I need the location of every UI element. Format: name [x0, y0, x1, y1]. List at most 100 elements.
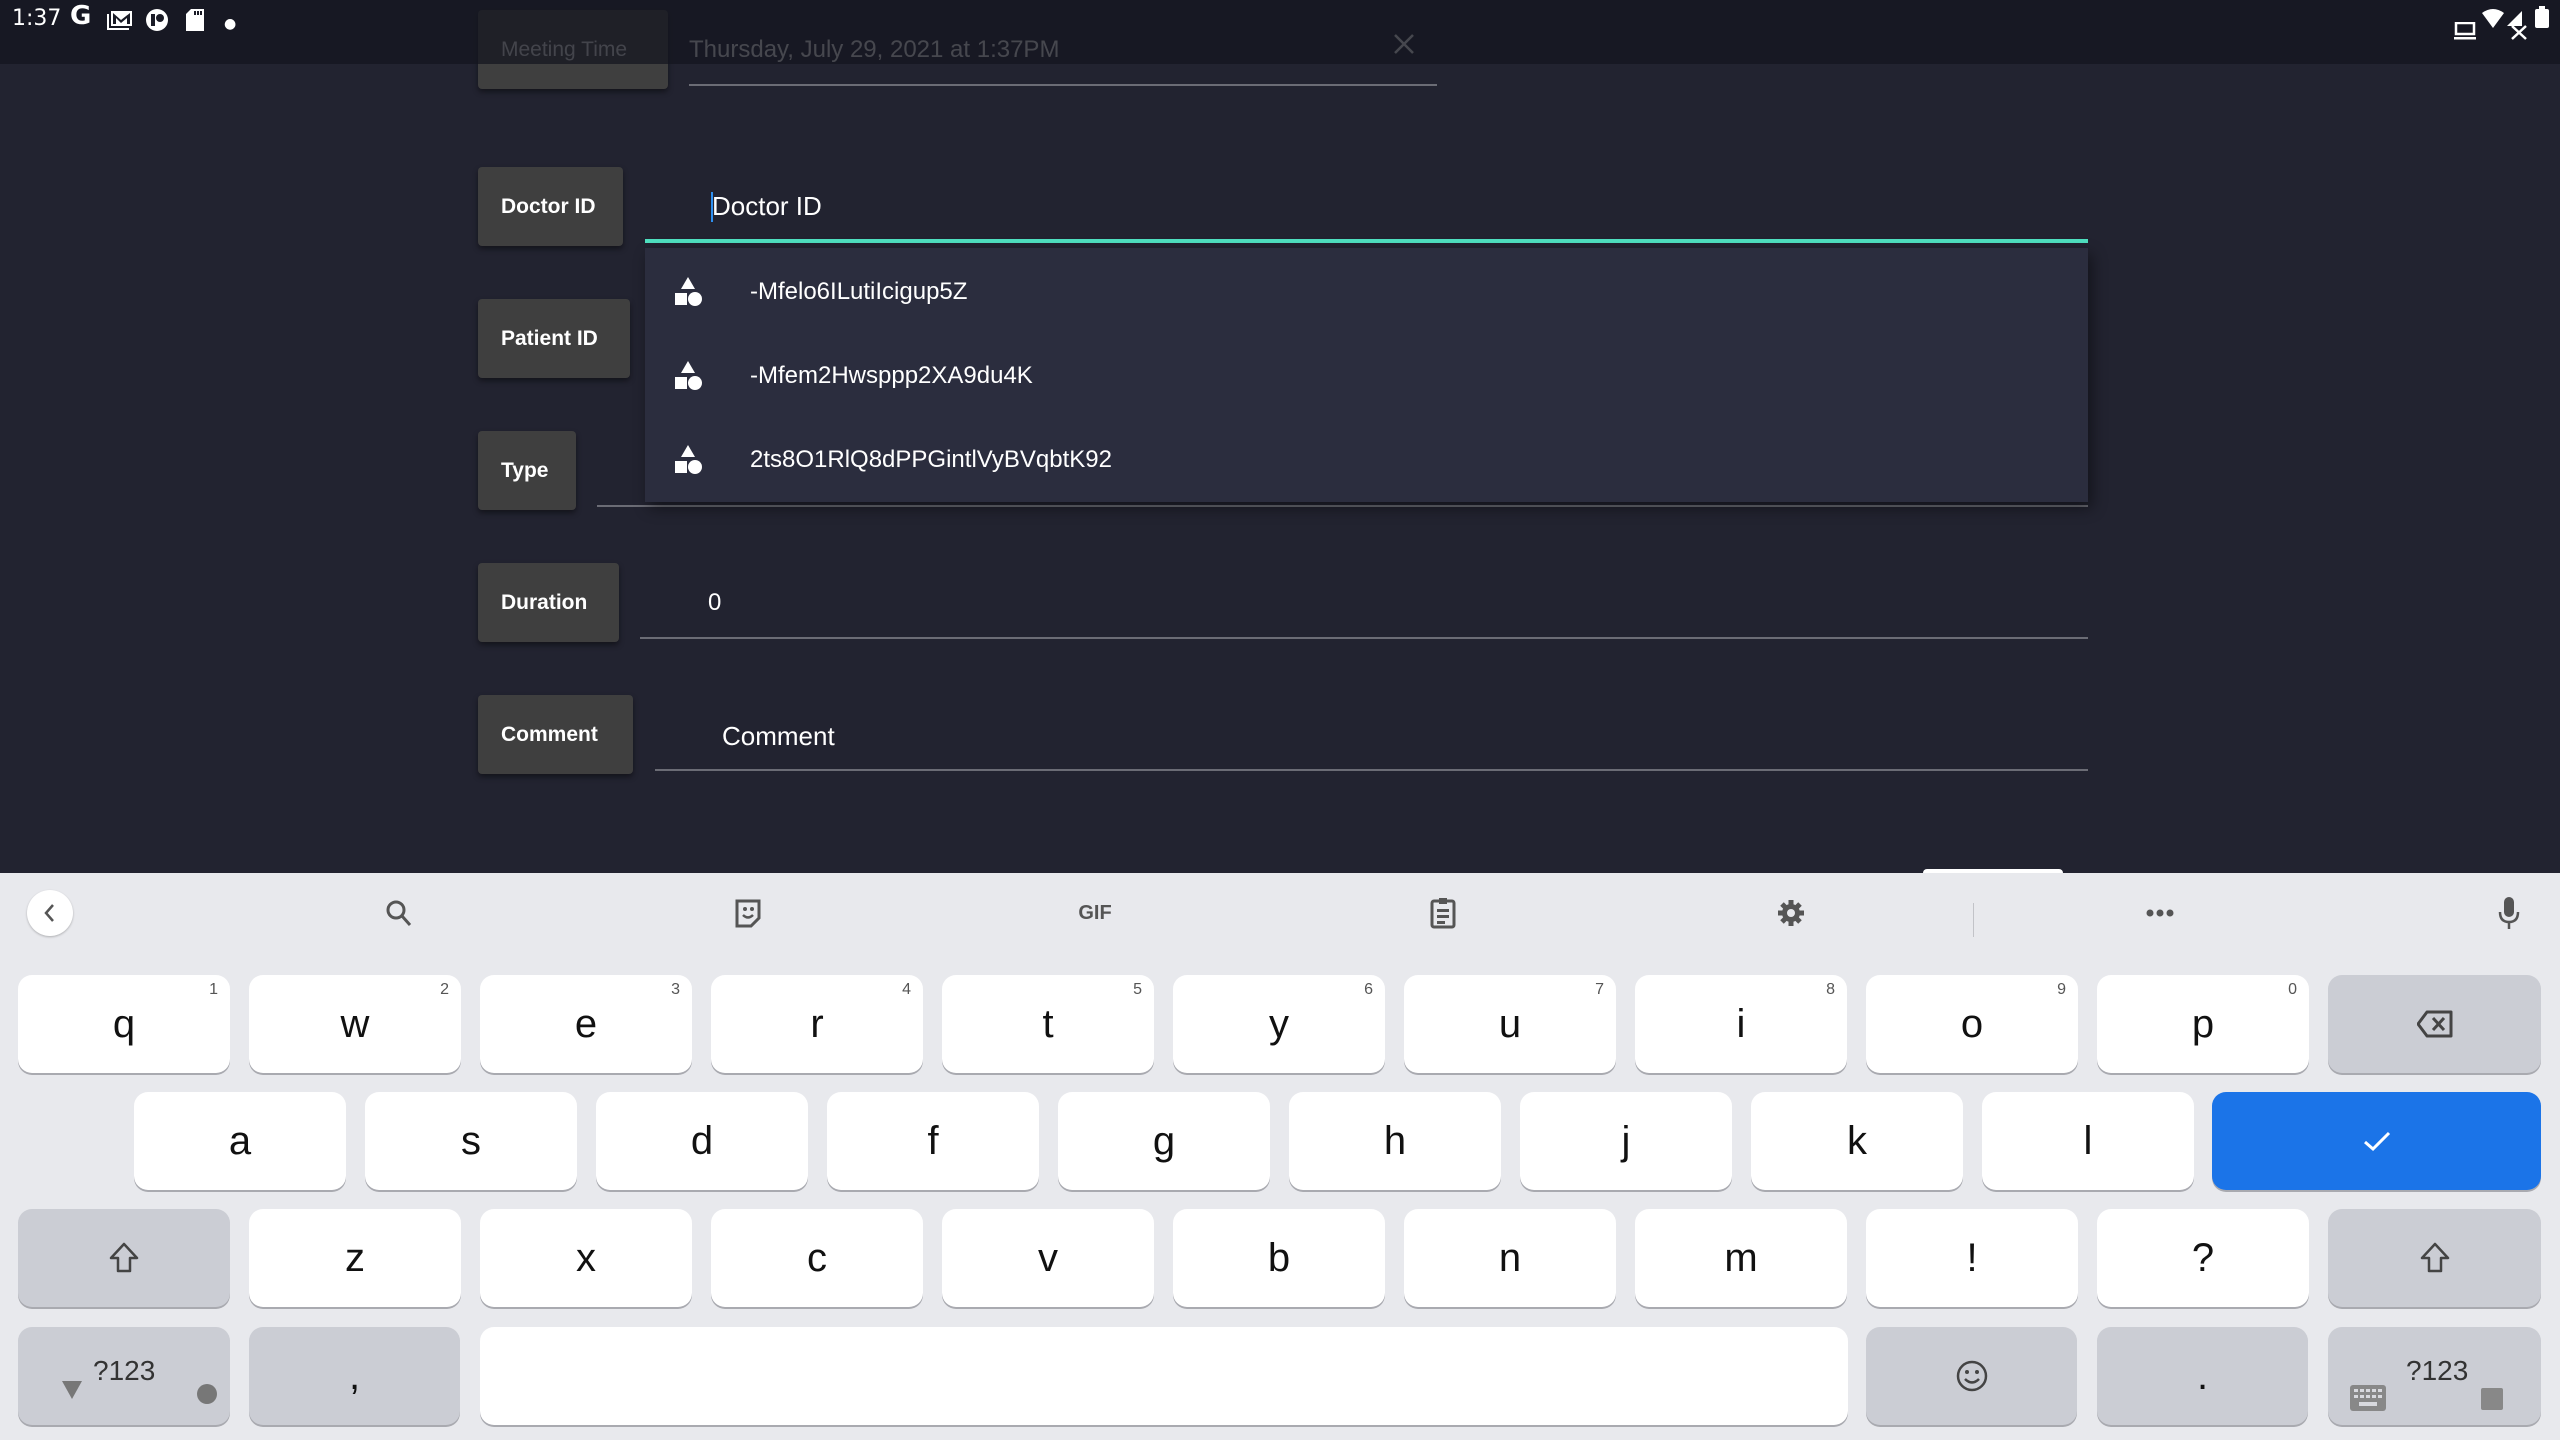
key-label: v: [1038, 1235, 1058, 1280]
mic-icon[interactable]: [2479, 891, 2539, 935]
symbols-label: ?123: [2406, 1355, 2469, 1386]
space-key[interactable]: [480, 1327, 1848, 1425]
key-x[interactable]: x: [480, 1209, 692, 1307]
comma-label: ,: [348, 1353, 361, 1398]
key-label: n: [1498, 1235, 1522, 1280]
key-e[interactable]: e3: [480, 975, 692, 1073]
type-underline[interactable]: [597, 505, 2088, 507]
clipboard-icon[interactable]: [1413, 891, 1473, 935]
back-icon[interactable]: [27, 890, 73, 936]
dot-icon: ●: [224, 16, 237, 32]
key-label: x: [576, 1235, 596, 1280]
symbols-key-right[interactable]: ?123: [2328, 1327, 2541, 1425]
symbols-key-left[interactable]: ?123: [18, 1327, 230, 1425]
key-m[interactable]: m: [1635, 1209, 1847, 1307]
suggestion-item[interactable]: -Mfem2Hwsppp2XA9du4K: [645, 334, 2088, 418]
key-i[interactable]: i8: [1635, 975, 1847, 1073]
key-label: h: [1383, 1118, 1407, 1163]
key-label: c: [807, 1235, 827, 1280]
comment-label: Comment: [478, 695, 633, 774]
doctor-id-label: Doctor ID: [478, 167, 623, 246]
key-label: s: [461, 1118, 481, 1163]
suggestion-text: 2ts8O1RlQ8dPPGintlVyBVqbtK92: [750, 446, 1112, 473]
type-label: Type: [478, 431, 576, 510]
key-j[interactable]: j: [1520, 1092, 1732, 1190]
backspace-key[interactable]: [2328, 975, 2541, 1073]
key-o[interactable]: o9: [1866, 975, 2078, 1073]
key-a[interactable]: a: [134, 1092, 346, 1190]
period-key[interactable]: .: [2097, 1327, 2308, 1425]
key-h[interactable]: h: [1289, 1092, 1501, 1190]
key-w[interactable]: w2: [249, 975, 461, 1073]
key-hint: 6: [1364, 981, 1373, 998]
key-f[interactable]: f: [827, 1092, 1039, 1190]
key-k[interactable]: k: [1751, 1092, 1963, 1190]
key-hint: 2: [440, 981, 449, 998]
google-icon: G: [70, 1, 92, 31]
key-label: j: [1621, 1118, 1631, 1163]
key-label: i: [1736, 1001, 1746, 1046]
search-icon[interactable]: [369, 891, 429, 935]
done-key[interactable]: [2212, 1092, 2541, 1190]
toolbar-divider: [1973, 903, 1974, 937]
key-label: m: [1724, 1235, 1758, 1280]
key-exclamation[interactable]: !: [1866, 1209, 2078, 1307]
dot-icon: [197, 1384, 217, 1404]
suggestion-item[interactable]: -Mfelo6ILutiIcigup5Z: [645, 250, 2088, 334]
key-p[interactable]: p0: [2097, 975, 2309, 1073]
key-label: p: [2191, 1001, 2215, 1046]
key-s[interactable]: s: [365, 1092, 577, 1190]
key-hint: 8: [1826, 981, 1835, 998]
key-label: f: [927, 1118, 939, 1163]
key-label: l: [2083, 1118, 2093, 1163]
key-z[interactable]: z: [249, 1209, 461, 1307]
key-label: o: [1960, 1001, 1984, 1046]
key-y[interactable]: y6: [1173, 975, 1385, 1073]
key-u[interactable]: u7: [1404, 975, 1616, 1073]
key-n[interactable]: n: [1404, 1209, 1616, 1307]
duration-input[interactable]: 0: [708, 589, 721, 617]
key-v[interactable]: v: [942, 1209, 1154, 1307]
keyboard-icon: [2350, 1385, 2386, 1411]
signal-off-icon: [2507, 11, 2527, 40]
key-label: a: [228, 1118, 252, 1163]
key-c[interactable]: c: [711, 1209, 923, 1307]
key-label: e: [574, 1001, 598, 1046]
comment-input[interactable]: Comment: [722, 721, 835, 752]
patient-id-label: Patient ID: [478, 299, 630, 378]
key-r[interactable]: r4: [711, 975, 923, 1073]
battery-icon: [2535, 6, 2549, 28]
shift-icon: [2420, 1242, 2449, 1273]
sd-card-icon: [186, 9, 204, 31]
period-label: .: [2196, 1353, 2209, 1398]
duration-underline: [640, 637, 2088, 639]
key-g[interactable]: g: [1058, 1092, 1270, 1190]
gear-icon[interactable]: [1761, 891, 1821, 935]
gmail-icon: [107, 11, 132, 30]
suggestion-item[interactable]: 2ts8O1RlQ8dPPGintlVyBVqbtK92: [645, 418, 2088, 502]
emoji-key[interactable]: [1866, 1327, 2077, 1425]
key-question[interactable]: ?: [2097, 1209, 2309, 1307]
comma-key[interactable]: ,: [249, 1327, 460, 1425]
text-caret: [711, 192, 713, 222]
key-hint: 9: [2057, 981, 2066, 998]
sticker-icon[interactable]: [718, 891, 778, 935]
key-q[interactable]: q1: [18, 975, 230, 1073]
shift-key-right[interactable]: [2328, 1209, 2541, 1307]
doctor-id-input[interactable]: [645, 172, 2088, 240]
key-t[interactable]: t5: [942, 975, 1154, 1073]
doctor-id-focus-underline: [645, 239, 2088, 243]
status-bar: 1:37 G ●: [0, 0, 2560, 64]
key-hint: 1: [209, 981, 218, 998]
shift-key-left[interactable]: [18, 1209, 230, 1307]
key-b[interactable]: b: [1173, 1209, 1385, 1307]
cast-icon: [2454, 22, 2476, 40]
comment-underline: [655, 769, 2088, 771]
more-icon[interactable]: [2130, 891, 2190, 935]
key-l[interactable]: l: [1982, 1092, 2194, 1190]
suggestion-text: -Mfem2Hwsppp2XA9du4K: [750, 362, 1033, 389]
key-d[interactable]: d: [596, 1092, 808, 1190]
triangle-down-icon: [62, 1381, 82, 1399]
key-label: r: [810, 1001, 824, 1046]
gif-icon[interactable]: GIF: [1065, 891, 1125, 935]
